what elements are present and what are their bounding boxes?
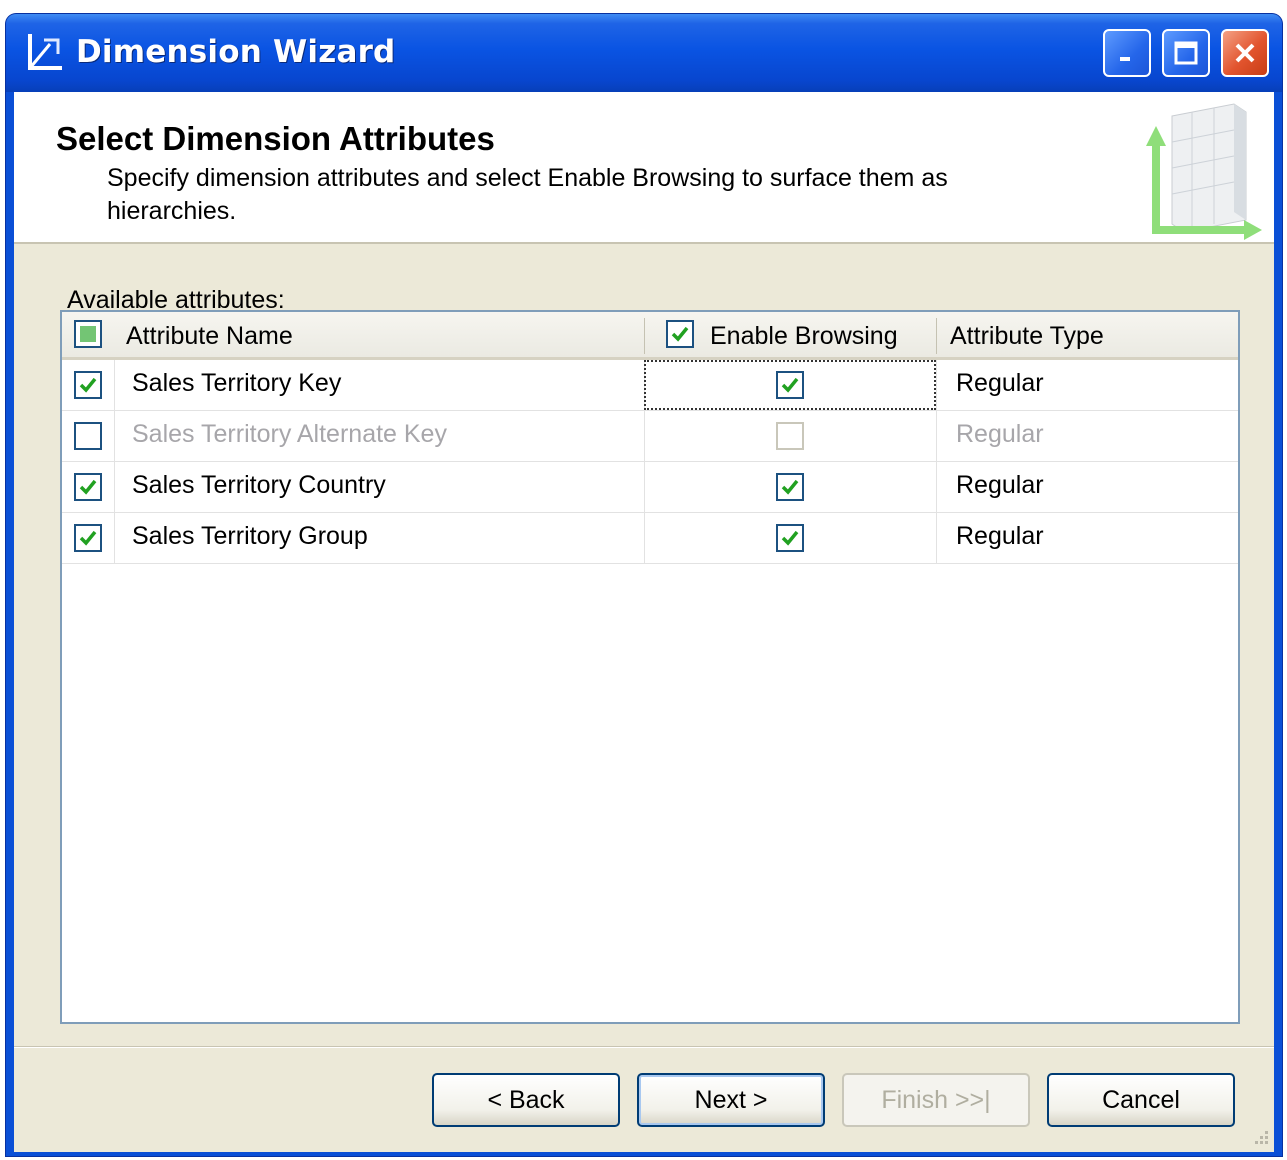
back-button[interactable]: < Back bbox=[432, 1073, 620, 1127]
wizard-client-area: Select Dimension Attributes Specify dime… bbox=[14, 92, 1274, 1152]
column-header-attribute-name[interactable]: Attribute Name bbox=[126, 322, 293, 351]
page-description: Specify dimension attributes and select … bbox=[107, 164, 948, 225]
cancel-button[interactable]: Cancel bbox=[1047, 1073, 1235, 1127]
checkmark-icon bbox=[671, 326, 689, 342]
resize-grip-icon[interactable] bbox=[1248, 1126, 1270, 1148]
partial-indicator-icon bbox=[80, 326, 96, 342]
checkmark-icon bbox=[781, 479, 799, 495]
attribute-name-cell: Sales Territory Alternate Key bbox=[132, 420, 447, 448]
enable-browsing-checkbox[interactable] bbox=[776, 371, 804, 399]
attribute-type-cell[interactable]: Regular bbox=[956, 522, 1044, 551]
attribute-type-cell[interactable]: Regular bbox=[956, 471, 1044, 500]
dimension-wizard-icon bbox=[28, 34, 62, 70]
enable-browsing-checkbox bbox=[776, 422, 804, 450]
dimension-cube-graphic bbox=[1146, 103, 1262, 240]
column-header-enable-browsing[interactable]: Enable Browsing bbox=[710, 322, 898, 351]
attribute-name-cell: Sales Territory Key bbox=[132, 369, 342, 397]
next-button[interactable]: Next > bbox=[637, 1073, 825, 1127]
attribute-name-cell: Sales Territory Country bbox=[132, 471, 386, 499]
wizard-header: Select Dimension Attributes Specify dime… bbox=[14, 92, 1274, 244]
select-all-checkbox[interactable] bbox=[74, 320, 102, 348]
attribute-type-cell[interactable]: Regular bbox=[956, 369, 1044, 398]
title-bar[interactable]: Dimension Wizard bbox=[6, 14, 1282, 92]
column-header-attribute-type[interactable]: Attribute Type bbox=[950, 322, 1104, 351]
attribute-type-cell: Regular bbox=[956, 420, 1044, 448]
attribute-row[interactable]: Sales Territory Alternate Key Regular bbox=[62, 411, 1238, 462]
window-title: Dimension Wizard bbox=[76, 34, 396, 70]
minimize-button[interactable] bbox=[1103, 29, 1151, 77]
checkmark-icon bbox=[79, 377, 97, 393]
attributes-grid[interactable]: Attribute Name Enable Browsing Attribute… bbox=[60, 310, 1240, 1024]
page-title: Select Dimension Attributes bbox=[56, 120, 495, 157]
attribute-row[interactable]: Sales Territory Key Regular bbox=[62, 360, 1238, 411]
dimension-wizard-window: Dimension Wizard Select Dimension Attrib… bbox=[6, 14, 1282, 1156]
row-select-checkbox[interactable] bbox=[74, 473, 102, 501]
row-select-checkbox[interactable] bbox=[74, 371, 102, 399]
attribute-row[interactable]: Sales Territory Group Regular bbox=[62, 513, 1238, 564]
enable-browsing-checkbox[interactable] bbox=[776, 473, 804, 501]
grid-header: Attribute Name Enable Browsing Attribute… bbox=[62, 312, 1238, 360]
row-select-checkbox[interactable] bbox=[74, 422, 102, 450]
checkmark-icon bbox=[79, 530, 97, 546]
checkmark-icon bbox=[79, 479, 97, 495]
close-icon bbox=[1235, 43, 1255, 63]
attribute-row[interactable]: Sales Territory Country Regular bbox=[62, 462, 1238, 513]
row-select-checkbox[interactable] bbox=[74, 524, 102, 552]
footer-separator bbox=[14, 1046, 1274, 1048]
close-button[interactable] bbox=[1221, 29, 1269, 77]
minimize-icon bbox=[1120, 57, 1130, 61]
checkmark-icon bbox=[781, 377, 799, 393]
enable-browsing-checkbox[interactable] bbox=[776, 524, 804, 552]
maximize-icon bbox=[1174, 41, 1198, 65]
attribute-name-cell: Sales Territory Group bbox=[132, 522, 368, 550]
checkmark-icon bbox=[781, 530, 799, 546]
maximize-button[interactable] bbox=[1162, 29, 1210, 77]
finish-button: Finish >>| bbox=[842, 1073, 1030, 1127]
enable-browsing-all-checkbox[interactable] bbox=[666, 320, 694, 348]
